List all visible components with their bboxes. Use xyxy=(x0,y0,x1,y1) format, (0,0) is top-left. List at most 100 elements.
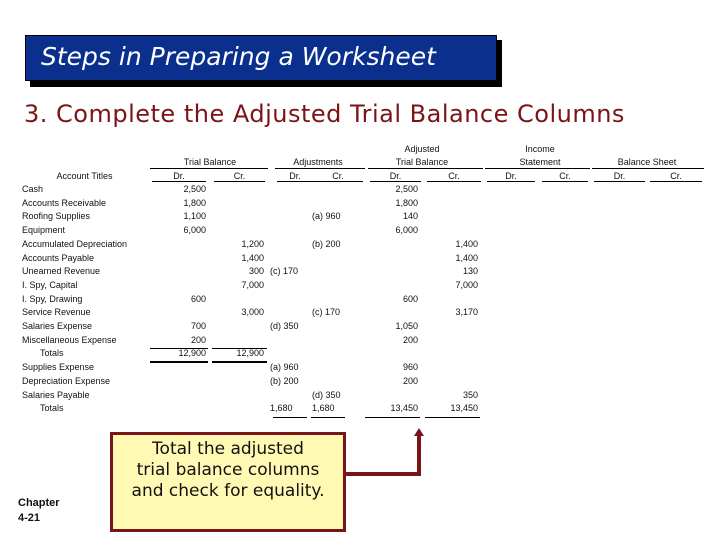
cell-tb-dr: 1,100 xyxy=(183,211,206,222)
account-title: I. Spy, Capital xyxy=(22,279,78,290)
rule xyxy=(485,168,590,169)
cell-tb-dr: 200 xyxy=(190,334,206,345)
rule xyxy=(313,181,363,182)
rule xyxy=(365,417,420,418)
rule xyxy=(212,348,267,349)
cell-atb-dr: 960 xyxy=(402,362,418,373)
cell-atb-cr: 1,400 xyxy=(455,238,478,249)
cell-atb-cr: 7,000 xyxy=(455,279,478,290)
rule xyxy=(368,168,483,169)
cell-tb-dr: 600 xyxy=(190,293,206,304)
callout-line: trial balance columns xyxy=(136,460,320,480)
cell-adj-dr: (c) 170 xyxy=(270,266,299,277)
worksheet: Trial Balance Adjustments Adjusted Trial… xyxy=(0,0,720,540)
double-rule xyxy=(150,361,208,363)
group-adjusted-line1: Adjusted xyxy=(404,144,440,154)
account-title: Totals xyxy=(40,348,64,359)
cell-atb-dr: 13,450 xyxy=(390,403,418,414)
callout-connector xyxy=(417,434,421,476)
cell-adj-cr: 1,680 xyxy=(312,403,335,414)
cell-tb-cr: 300 xyxy=(248,266,264,277)
rule xyxy=(594,181,645,182)
cell-atb-cr: 130 xyxy=(462,266,478,277)
cell-atb-dr: 140 xyxy=(402,211,418,222)
group-adjustments: Adjustments xyxy=(293,157,343,167)
rule xyxy=(277,181,313,182)
account-title: Salaries Payable xyxy=(22,389,90,400)
cell-tb-cr: 12,900 xyxy=(236,348,264,359)
cell-atb-dr: 200 xyxy=(402,375,418,386)
cell-adj-cr: (d) 350 xyxy=(312,389,341,400)
group-income-line1: Income xyxy=(525,144,555,154)
cell-tb-cr: 7,000 xyxy=(241,279,264,290)
cell-atb-cr: 13,450 xyxy=(450,403,478,414)
account-title: Depreciation Expense xyxy=(22,375,111,386)
rule xyxy=(150,168,268,169)
cell-adj-dr: (a) 960 xyxy=(270,362,299,373)
account-title: Supplies Expense xyxy=(22,362,95,373)
cell-adj-dr: 1,680 xyxy=(270,403,293,414)
cell-atb-dr: 6,000 xyxy=(395,225,418,236)
rule xyxy=(425,417,480,418)
cell-atb-cr: 3,170 xyxy=(455,307,478,318)
group-income-line2: Statement xyxy=(519,157,561,167)
cell-atb-dr: 1,050 xyxy=(395,321,418,331)
rule xyxy=(150,348,208,349)
callout-line: and check for equality. xyxy=(131,481,325,501)
rule xyxy=(311,417,345,418)
account-title: Unearned Revenue xyxy=(22,266,101,277)
chapter-text: Chapter xyxy=(18,497,60,509)
rule xyxy=(592,168,704,169)
header-account-titles: Account Titles xyxy=(56,171,113,181)
account-title: Miscellaneous Expense xyxy=(22,334,117,345)
rule xyxy=(487,181,535,182)
cell-atb-cr: 1,400 xyxy=(455,252,478,263)
cell-atb-dr: 200 xyxy=(402,334,418,345)
header-dr: Dr. xyxy=(389,171,402,181)
account-title: Service Revenue xyxy=(22,307,91,318)
account-title: Accounts Receivable xyxy=(22,197,107,208)
account-title: Accumulated Depreciation xyxy=(22,238,128,249)
cell-atb-dr: 1,800 xyxy=(395,197,418,208)
header-cr: Cr. xyxy=(233,171,246,181)
cell-adj-dr: (d) 350 xyxy=(270,321,299,331)
callout-line: Total the adjusted xyxy=(152,439,304,459)
header-dr: Dr. xyxy=(289,171,301,181)
chapter-label: Chapter 4-21 xyxy=(18,496,60,526)
cell-tb-cr: 3,000 xyxy=(241,307,264,318)
account-title: Accounts Payable xyxy=(22,252,95,263)
cell-atb-dr: 600 xyxy=(402,293,418,304)
rule xyxy=(650,181,702,182)
cell-adj-cr: (a) 960 xyxy=(312,211,341,222)
cell-tb-cr: 1,200 xyxy=(241,238,264,249)
cell-adj-cr: (c) 170 xyxy=(312,307,341,318)
account-title: Totals xyxy=(40,403,64,414)
cell-atb-cr: 350 xyxy=(462,389,478,400)
rule xyxy=(152,181,206,182)
header-cr: Cr. xyxy=(559,171,571,181)
cell-tb-dr: 12,900 xyxy=(178,348,206,359)
account-title: Equipment xyxy=(22,225,66,236)
header-dr: Dr. xyxy=(173,171,185,181)
header-dr: Dr. xyxy=(505,171,517,181)
account-title: I. Spy, Drawing xyxy=(22,293,83,304)
header-dr: Dr. xyxy=(613,171,626,181)
cell-tb-dr: 1,800 xyxy=(183,197,206,208)
cell-atb-dr: 2,500 xyxy=(395,184,418,194)
header-cr: Cr. xyxy=(670,171,682,181)
callout-connector xyxy=(346,472,419,476)
group-adjusted-line2: Trial Balance xyxy=(395,157,449,167)
account-title: Salaries Expense xyxy=(22,321,93,331)
cell-tb-cr: 1,400 xyxy=(241,252,264,263)
arrow-up-icon xyxy=(414,428,424,436)
callout-box: Total the adjusted trial balance columns… xyxy=(110,432,346,532)
header-cr: Cr. xyxy=(448,171,460,181)
cell-adj-dr: (b) 200 xyxy=(270,375,299,386)
rule xyxy=(273,417,307,418)
rule xyxy=(214,181,265,182)
double-rule xyxy=(212,361,267,363)
chapter-page: 4-21 xyxy=(18,512,41,524)
account-title: Roofing Supplies xyxy=(22,211,91,222)
account-title: Cash xyxy=(22,184,44,194)
cell-adj-cr: (b) 200 xyxy=(312,238,341,249)
